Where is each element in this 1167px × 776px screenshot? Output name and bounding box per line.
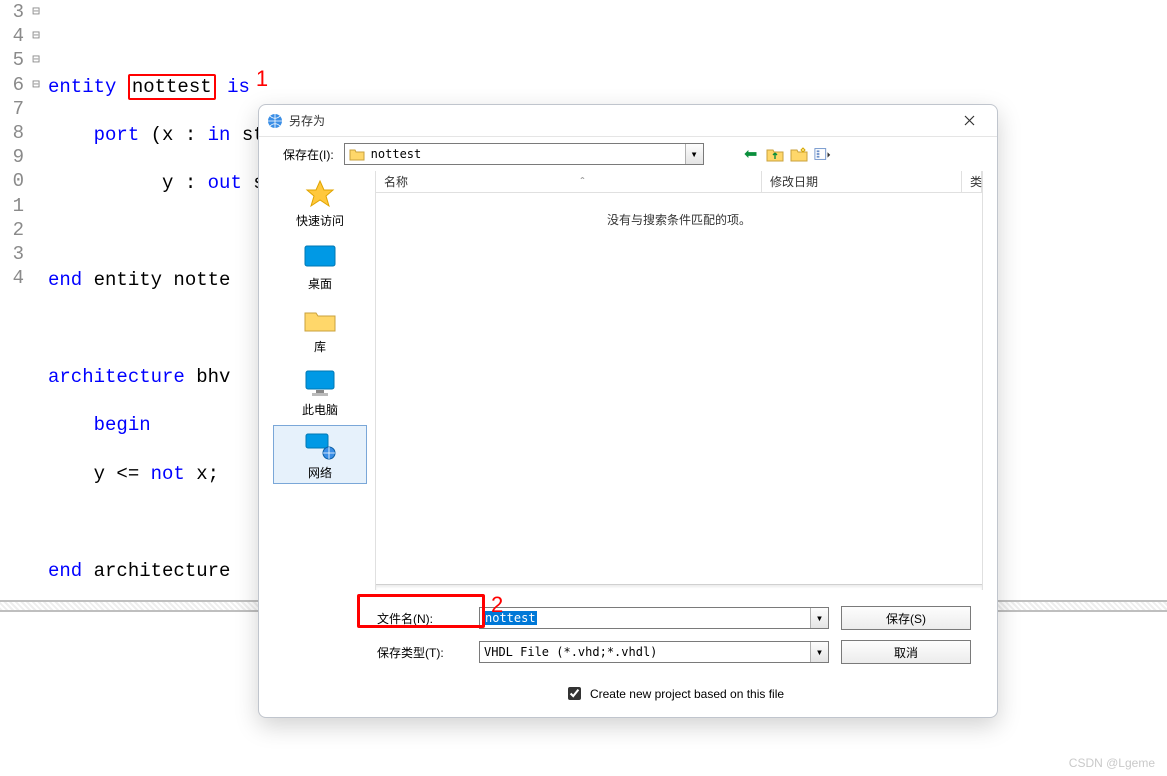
fold-mark[interactable]: ⊟ xyxy=(28,24,44,48)
lineno: 5 xyxy=(0,48,24,72)
place-network[interactable]: 网络 xyxy=(273,425,367,484)
kw-architecture: architecture xyxy=(48,366,185,388)
close-button[interactable] xyxy=(949,107,989,135)
col-date[interactable]: 修改日期 xyxy=(762,171,962,192)
create-project-checkbox[interactable] xyxy=(568,687,581,700)
fold-mark[interactable]: ⊟ xyxy=(28,48,44,72)
create-project-row[interactable]: Create new project based on this file xyxy=(377,674,971,703)
view-menu-icon[interactable] xyxy=(814,145,832,163)
lineno: 3 xyxy=(0,0,24,24)
save-button[interactable]: 保存(S) xyxy=(841,606,971,630)
place-libraries[interactable]: 库 xyxy=(273,299,367,358)
place-desktop[interactable]: 桌面 xyxy=(273,236,367,295)
kw-not: not xyxy=(151,463,185,485)
places-bar: 快速访问 桌面 库 此电脑 xyxy=(273,171,367,590)
code-text: architecture xyxy=(82,560,230,582)
folder-icon xyxy=(349,147,365,161)
kw-end: end xyxy=(48,269,82,291)
chevron-down-icon[interactable]: ▾ xyxy=(810,642,828,662)
filename-label: 文件名(N): xyxy=(377,610,467,627)
fold-gutter: ⊟ ⊟ ⊟ ⊟ xyxy=(28,0,44,600)
lineno: 6 xyxy=(0,73,24,97)
annotation-2: 2 xyxy=(491,592,503,618)
kw-out: out xyxy=(208,172,242,194)
monitor-icon xyxy=(302,367,338,399)
line-number-gutter: 3 4 5 6 7 8 9 0 1 2 3 4 xyxy=(0,0,28,600)
col-type[interactable]: 类 xyxy=(962,171,982,192)
filetype-label: 保存类型(T): xyxy=(377,644,467,661)
lineno: 3 xyxy=(0,242,24,266)
place-quick-access[interactable]: 快速访问 xyxy=(273,173,367,232)
code-text: y : xyxy=(162,172,208,194)
entity-name-highlight: nottest xyxy=(128,74,216,100)
col-name[interactable]: 名称 ˆ xyxy=(376,171,762,192)
dialog-body: 快速访问 桌面 库 此电脑 xyxy=(259,171,997,590)
watermark: CSDN @Lgeme xyxy=(1069,756,1155,770)
folder-icon xyxy=(302,304,338,336)
save-in-label: 保存在(I): xyxy=(283,146,334,163)
kw-in: in xyxy=(208,124,231,146)
file-list[interactable]: 名称 ˆ 修改日期 类 没有与搜索条件匹配的项。 xyxy=(375,171,983,590)
fold-mark[interactable]: ⊟ xyxy=(28,0,44,24)
up-folder-icon[interactable] xyxy=(766,145,784,163)
lineno: 8 xyxy=(0,121,24,145)
save-as-dialog: 另存为 保存在(I): nottest ▾ ⬅ xyxy=(258,104,998,718)
globe-icon xyxy=(267,113,283,129)
create-project-label: Create new project based on this file xyxy=(590,687,784,701)
save-in-row: 保存在(I): nottest ▾ ⬅ xyxy=(259,137,997,171)
code-text: y <= xyxy=(94,463,151,485)
col-name-label: 名称 xyxy=(384,173,408,190)
dialog-titlebar[interactable]: 另存为 xyxy=(259,105,997,137)
bottom-controls: 文件名(N): nottest ▾ 保存(S) 保存类型(T): VHDL Fi… xyxy=(259,590,997,717)
lineno: 4 xyxy=(0,24,24,48)
filetype-value: VHDL File (*.vhd;*.vhdl) xyxy=(480,645,810,659)
desktop-icon xyxy=(302,241,338,273)
star-icon xyxy=(302,178,338,210)
code-text: entity notte xyxy=(82,269,230,291)
close-icon xyxy=(964,115,975,126)
toolbar-icons: ⬅ xyxy=(742,145,832,163)
code-text: x; xyxy=(185,463,219,485)
kw-begin: begin xyxy=(94,414,151,436)
empty-message: 没有与搜索条件匹配的项。 xyxy=(376,193,982,228)
save-in-value: nottest xyxy=(369,147,685,161)
filetype-combo[interactable]: VHDL File (*.vhd;*.vhdl) ▾ xyxy=(479,641,829,663)
kw-entity: entity xyxy=(48,76,116,98)
place-label: 此电脑 xyxy=(302,401,338,418)
save-in-combo[interactable]: nottest ▾ xyxy=(344,143,704,165)
kw-port: port xyxy=(94,124,140,146)
code-text: bhv xyxy=(185,366,231,388)
place-label: 网络 xyxy=(308,464,332,481)
fold-mark[interactable]: ⊟ xyxy=(28,73,44,97)
cancel-button[interactable]: 取消 xyxy=(841,640,971,664)
kw-is: is xyxy=(227,76,250,98)
dialog-title: 另存为 xyxy=(289,112,949,129)
place-label: 桌面 xyxy=(308,275,332,292)
code-text: (x : xyxy=(151,124,208,146)
annotation-1: 1 xyxy=(256,66,268,91)
place-this-pc[interactable]: 此电脑 xyxy=(273,362,367,421)
place-label: 库 xyxy=(314,338,326,355)
lineno: 9 xyxy=(0,145,24,169)
filename-value: nottest xyxy=(480,611,810,625)
filename-combo[interactable]: nottest ▾ xyxy=(479,607,829,629)
chevron-down-icon[interactable]: ▾ xyxy=(685,144,703,164)
lineno: 2 xyxy=(0,218,24,242)
lineno: 0 xyxy=(0,169,24,193)
sort-icon: ˆ xyxy=(412,175,753,189)
lineno: 1 xyxy=(0,194,24,218)
lineno: 7 xyxy=(0,97,24,121)
place-label: 快速访问 xyxy=(296,212,344,229)
kw-end: end xyxy=(48,560,82,582)
list-header[interactable]: 名称 ˆ 修改日期 类 xyxy=(376,171,982,193)
chevron-down-icon[interactable]: ▾ xyxy=(810,608,828,628)
new-folder-icon[interactable] xyxy=(790,145,808,163)
lineno: 4 xyxy=(0,266,24,290)
network-icon xyxy=(302,430,338,462)
back-icon[interactable]: ⬅ xyxy=(742,145,760,163)
